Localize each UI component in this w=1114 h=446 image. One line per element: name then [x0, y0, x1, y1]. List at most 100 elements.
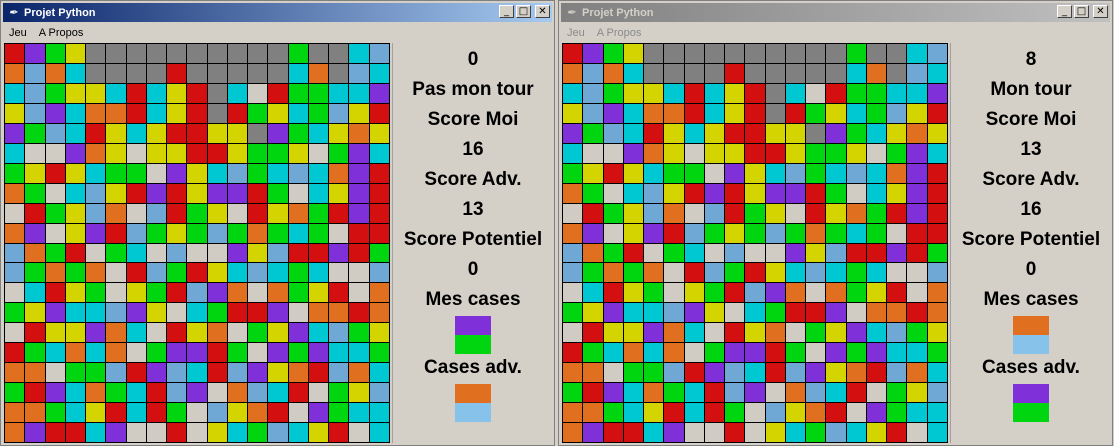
grid-cell[interactable] [664, 183, 684, 203]
grid-cell[interactable] [644, 163, 664, 183]
grid-cell[interactable] [146, 163, 167, 183]
grid-cell[interactable] [207, 143, 227, 163]
grid-cell[interactable] [603, 343, 623, 363]
grid-cell[interactable] [187, 123, 207, 143]
grid-cell[interactable] [207, 383, 227, 403]
grid-cell[interactable] [106, 243, 126, 263]
grid-cell[interactable] [349, 283, 369, 303]
grid-cell[interactable] [765, 403, 785, 423]
grid-cell[interactable] [349, 143, 369, 163]
grid-cell[interactable] [927, 343, 947, 363]
grid-cell[interactable] [146, 123, 167, 143]
grid-cell[interactable] [248, 123, 268, 143]
grid-cell[interactable] [207, 343, 227, 363]
grid-cell[interactable] [866, 263, 887, 283]
grid-cell[interactable] [704, 83, 725, 103]
grid-cell[interactable] [664, 383, 684, 403]
grid-cell[interactable] [684, 223, 704, 243]
grid-cell[interactable] [644, 263, 664, 283]
grid-cell[interactable] [745, 423, 765, 442]
grid-cell[interactable] [146, 383, 167, 403]
grid-cell[interactable] [907, 383, 927, 403]
grid-cell[interactable] [268, 283, 288, 303]
grid-cell[interactable] [329, 203, 349, 223]
grid-cell[interactable] [846, 243, 866, 263]
grid-cell[interactable] [927, 423, 947, 442]
grid-cell[interactable] [268, 123, 288, 143]
grid-cell[interactable] [167, 383, 187, 403]
grid-cell[interactable] [106, 323, 126, 343]
grid-cell[interactable] [704, 44, 725, 63]
grid-cell[interactable] [684, 243, 704, 263]
grid-cell[interactable] [187, 423, 207, 442]
grid-cell[interactable] [927, 283, 947, 303]
grid-cell[interactable] [563, 163, 583, 183]
grid-cell[interactable] [866, 223, 887, 243]
grid-cell[interactable] [704, 183, 725, 203]
grid-cell[interactable] [704, 223, 725, 243]
grid-cell[interactable] [65, 223, 86, 243]
grid-cell[interactable] [785, 383, 806, 403]
grid-cell[interactable] [583, 423, 603, 442]
grid-cell[interactable] [563, 423, 583, 442]
grid-cell[interactable] [288, 283, 308, 303]
grid-cell[interactable] [927, 383, 947, 403]
grid-cell[interactable] [126, 383, 146, 403]
grid-cell[interactable] [603, 203, 623, 223]
grid-cell[interactable] [167, 103, 187, 123]
grid-cell[interactable] [187, 383, 207, 403]
grid-cell[interactable] [329, 263, 349, 283]
grid-cell[interactable] [369, 103, 389, 123]
grid-cell[interactable] [806, 323, 826, 343]
grid-cell[interactable] [288, 303, 308, 323]
grid-cell[interactable] [167, 123, 187, 143]
grid-cell[interactable] [826, 44, 846, 63]
grid-cell[interactable] [369, 143, 389, 163]
minimize-button[interactable]: _ [499, 5, 514, 18]
grid-cell[interactable] [846, 83, 866, 103]
grid-cell[interactable] [65, 303, 86, 323]
grid-cell[interactable] [5, 383, 25, 403]
grid-cell[interactable] [45, 163, 65, 183]
grid-cell[interactable] [927, 203, 947, 223]
grid-cell[interactable] [349, 423, 369, 442]
grid-cell[interactable] [745, 323, 765, 343]
grid-cell[interactable] [45, 123, 65, 143]
menu-a-propos[interactable]: A Propos [591, 25, 648, 41]
grid-cell[interactable] [349, 183, 369, 203]
grid-cell[interactable] [563, 223, 583, 243]
grid-cell[interactable] [288, 383, 308, 403]
grid-cell[interactable] [644, 323, 664, 343]
grid-cell[interactable] [846, 423, 866, 442]
grid-cell[interactable] [927, 403, 947, 423]
grid-cell[interactable] [248, 223, 268, 243]
grid-cell[interactable] [927, 103, 947, 123]
grid-cell[interactable] [126, 143, 146, 163]
grid-cell[interactable] [745, 343, 765, 363]
grid-cell[interactable] [25, 44, 45, 63]
grid-cell[interactable] [644, 44, 664, 63]
grid-cell[interactable] [765, 303, 785, 323]
grid-cell[interactable] [329, 243, 349, 263]
grid-cell[interactable] [65, 63, 86, 83]
grid-cell[interactable] [826, 283, 846, 303]
grid-cell[interactable] [167, 243, 187, 263]
grid-cell[interactable] [583, 323, 603, 343]
grid-cell[interactable] [126, 243, 146, 263]
grid-cell[interactable] [684, 403, 704, 423]
grid-cell[interactable] [86, 323, 106, 343]
grid-cell[interactable] [369, 183, 389, 203]
grid-cell[interactable] [704, 163, 725, 183]
grid-cell[interactable] [369, 123, 389, 143]
grid-cell[interactable] [765, 44, 785, 63]
grid-cell[interactable] [846, 343, 866, 363]
grid-cell[interactable] [725, 83, 745, 103]
grid-cell[interactable] [227, 183, 248, 203]
grid-cell[interactable] [146, 263, 167, 283]
grid-cell[interactable] [765, 103, 785, 123]
grid-cell[interactable] [187, 63, 207, 83]
grid-cell[interactable] [248, 283, 268, 303]
grid-cell[interactable] [25, 243, 45, 263]
grid-cell[interactable] [887, 103, 907, 123]
grid-cell[interactable] [684, 263, 704, 283]
